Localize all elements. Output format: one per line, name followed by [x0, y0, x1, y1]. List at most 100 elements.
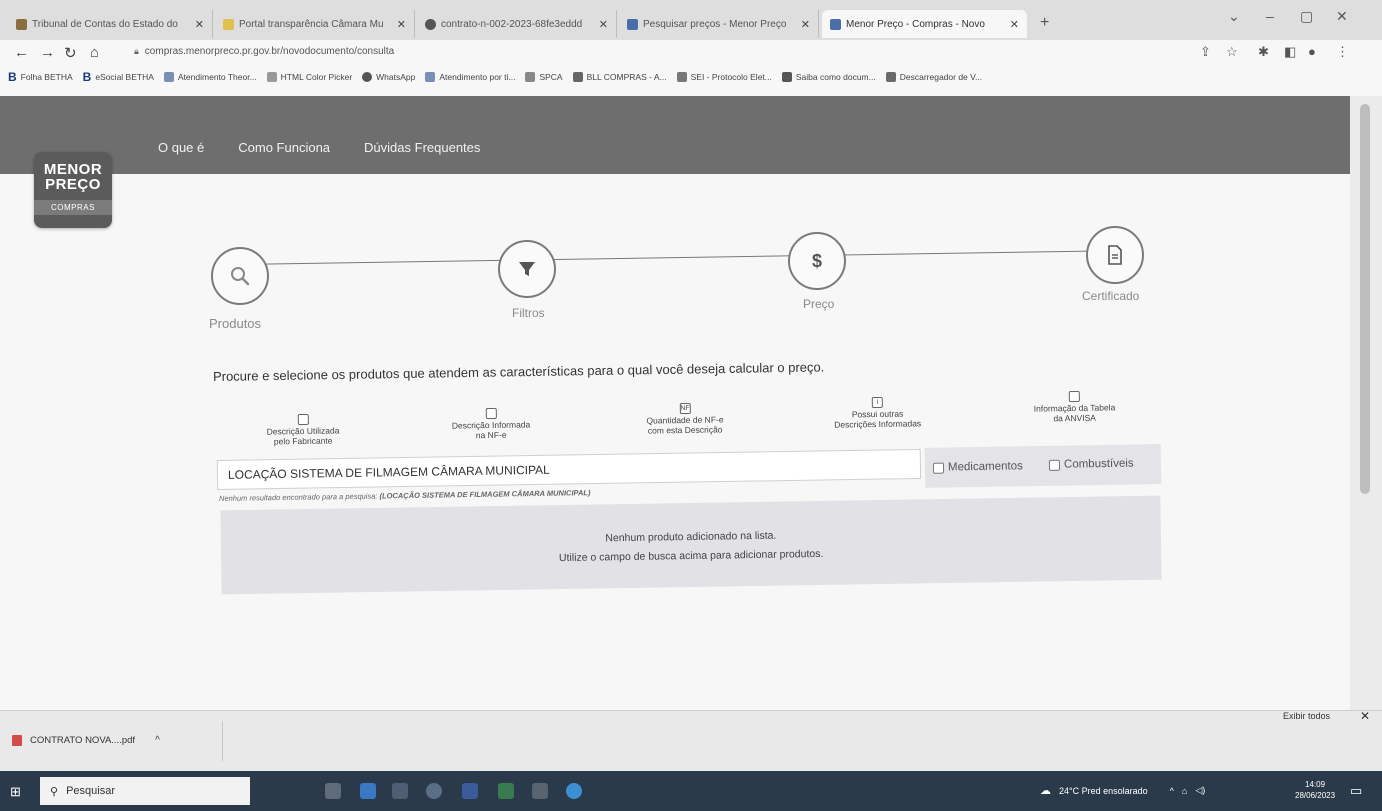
product-list-empty: Nenhum produto adicionado na lista. Util… — [220, 495, 1162, 595]
nav-como-funciona[interactable]: Como Funciona — [238, 140, 330, 155]
taskbar-app-icon[interactable] — [360, 783, 376, 799]
maximize-button[interactable]: ▢ — [1300, 8, 1313, 25]
col-descricao-nfe[interactable]: Descrição Informada na NF-e — [436, 407, 546, 441]
tab-title: contrato-n-002-2023-68fe3eddd — [441, 18, 583, 30]
url-field[interactable]: 🔒︎ compras.menorpreco.pr.gov.br/novodocum… — [134, 46, 394, 57]
close-tab-icon[interactable]: ✕ — [1010, 18, 1019, 31]
extensions-icon[interactable]: ✱ — [1258, 44, 1269, 60]
step-certificado[interactable] — [1086, 226, 1144, 284]
close-tab-icon[interactable]: ✕ — [599, 18, 608, 31]
checkbox-icon[interactable] — [1068, 390, 1080, 403]
download-item[interactable]: CONTRATO NOVA....pdf ^ — [12, 735, 160, 746]
filter-medicamentos[interactable]: Medicamentos — [932, 460, 1023, 474]
tab-contrato[interactable]: contrato-n-002-2023-68fe3eddd ✕ — [417, 10, 617, 38]
bookmark-item[interactable]: SPCA — [525, 68, 563, 86]
bookmark-item[interactable]: WhatsApp — [362, 68, 415, 86]
bookmarks-bar: B Folha BETHA BeSocial BETHA Atendimento … — [8, 68, 982, 86]
chevron-up-icon[interactable]: ^ — [155, 735, 160, 746]
task-view-icon[interactable] — [325, 783, 341, 799]
step-produtos[interactable] — [211, 247, 269, 305]
sidebar-icon[interactable]: ◧ — [1284, 44, 1296, 60]
checkbox-icon[interactable] — [1048, 459, 1061, 471]
close-tab-icon[interactable]: ✕ — [397, 18, 406, 31]
info-icon[interactable]: i — [871, 396, 883, 409]
bookmark-item[interactable]: SEI - Protocolo Elet... — [676, 68, 772, 86]
bookmark-item[interactable]: Descarregador de V... — [885, 68, 982, 86]
minimize-button[interactable]: – — [1266, 8, 1274, 24]
skype-icon[interactable] — [426, 783, 442, 799]
forward-icon[interactable]: → — [40, 44, 55, 61]
bookmark-favicon-icon — [266, 72, 277, 82]
show-all-downloads-button[interactable]: Exibir todos — [1283, 711, 1330, 721]
tab-pesquisar-precos[interactable]: Pesquisar preços - Menor Preço ✕ — [619, 10, 819, 38]
bookmark-favicon-icon — [885, 72, 896, 82]
weather-text[interactable]: 24°C Pred ensolarado — [1059, 786, 1148, 796]
file-explorer-icon[interactable] — [392, 783, 408, 799]
bookmark-item[interactable]: HTML Color Picker — [266, 68, 352, 86]
profile-icon[interactable]: ● — [1308, 44, 1316, 59]
clock-time: 14:09 — [1305, 780, 1326, 789]
tab-menor-preco-active[interactable]: Menor Preço - Compras - Novo ✕ — [822, 10, 1027, 38]
logo-line1: MENOR — [43, 161, 103, 178]
bookmark-item[interactable]: Saiba como docum... — [781, 68, 876, 86]
chevron-up-icon[interactable]: ^ — [1170, 786, 1174, 796]
bookmark-item[interactable]: BeSocial BETHA — [83, 68, 154, 86]
mail-icon[interactable] — [532, 783, 548, 799]
tab-favicon-icon — [830, 18, 841, 30]
tab-title: Portal transparência Câmara Mu — [239, 18, 384, 30]
step-label-produtos: Produtos — [209, 316, 262, 331]
new-tab-button[interactable]: + — [1040, 14, 1049, 32]
url-text: compras.menorpreco.pr.gov.br/novodocumen… — [144, 46, 395, 57]
checkbox-icon[interactable] — [485, 407, 497, 420]
step-label-filtros: Filtros — [512, 306, 545, 320]
checkbox-icon[interactable] — [932, 462, 945, 474]
whatsapp-icon — [362, 72, 373, 82]
notification-icon[interactable]: ▭ — [1350, 783, 1362, 799]
col-outras-descricoes[interactable]: i Possui outras Descrições Informadas — [815, 396, 940, 430]
col-descricao-fabricante[interactable]: Descrição Utilizada pelo Fabricante — [248, 413, 358, 447]
taskbar-clock[interactable]: 14:09 28/06/2023 — [1295, 779, 1335, 801]
share-icon[interactable]: ⇪ — [1200, 44, 1211, 60]
bookmark-favicon-icon — [525, 72, 536, 82]
nav-duvidas-frequentes[interactable]: Dúvidas Frequentes — [364, 140, 480, 155]
tab-portal-transparencia[interactable]: Portal transparência Câmara Mu ✕ — [215, 10, 415, 38]
scrollbar-thumb[interactable] — [1360, 104, 1370, 494]
weather-icon: ☁ — [1040, 785, 1051, 797]
bookmark-item[interactable]: Atendimento Theor... — [163, 68, 257, 86]
checkbox-icon[interactable] — [297, 413, 309, 426]
close-window-button[interactable]: ✕ — [1336, 8, 1348, 25]
tab-search-icon[interactable]: ⌄ — [1228, 8, 1240, 25]
col-quantidade-nfe[interactable]: NF Quantidade de NF-e com esta Descrição — [625, 402, 745, 436]
excel-icon[interactable] — [498, 783, 514, 799]
close-tab-icon[interactable]: ✕ — [195, 18, 204, 31]
step-filtros[interactable] — [498, 240, 556, 298]
edge-icon[interactable] — [566, 783, 582, 799]
windows-start-icon[interactable]: ⊞ — [10, 784, 21, 800]
bookmark-item[interactable]: BLL COMPRAS - A... — [572, 68, 667, 86]
nav-o-que-e[interactable]: O que é — [158, 140, 204, 155]
word-icon[interactable] — [462, 783, 478, 799]
back-icon[interactable]: ← — [14, 44, 29, 61]
bookmark-favicon-icon — [572, 72, 583, 82]
menu-icon[interactable]: ⋮ — [1336, 44, 1349, 60]
bookmark-item[interactable]: Atendimento por ti... — [425, 68, 515, 86]
tab-tribunal[interactable]: Tribunal de Contas do Estado do ✕ — [8, 10, 213, 38]
network-icon[interactable]: ⌂ — [1182, 786, 1187, 796]
bookmark-item[interactable]: B Folha BETHA — [8, 68, 73, 86]
tab-favicon-icon — [627, 18, 638, 30]
filter-combustiveis-label: Combustíveis — [1063, 457, 1134, 471]
close-download-bar-button[interactable]: ✕ — [1360, 709, 1370, 723]
step-preco[interactable]: $ — [788, 232, 846, 290]
filter-combustiveis[interactable]: Combustíveis — [1048, 457, 1134, 471]
category-filter-box: Medicamentos Combustíveis — [924, 444, 1162, 488]
browser-tab-bar: Tribunal de Contas do Estado do ✕ Portal… — [0, 0, 1382, 41]
menor-preco-logo[interactable]: MENOR PREÇO COMPRAS — [34, 152, 112, 228]
nfe-icon[interactable]: NF — [679, 402, 691, 415]
reload-icon[interactable]: ↻ — [64, 44, 77, 62]
volume-icon[interactable]: ◁) — [1195, 785, 1205, 796]
bookmark-star-icon[interactable]: ☆ — [1226, 44, 1238, 60]
home-icon[interactable]: ⌂ — [90, 44, 99, 61]
col-tabela-anvisa[interactable]: Informação da Tabela da ANVISA — [1012, 390, 1137, 424]
taskbar-search[interactable]: ⚲ Pesquisar — [40, 777, 250, 805]
close-tab-icon[interactable]: ✕ — [801, 18, 810, 31]
